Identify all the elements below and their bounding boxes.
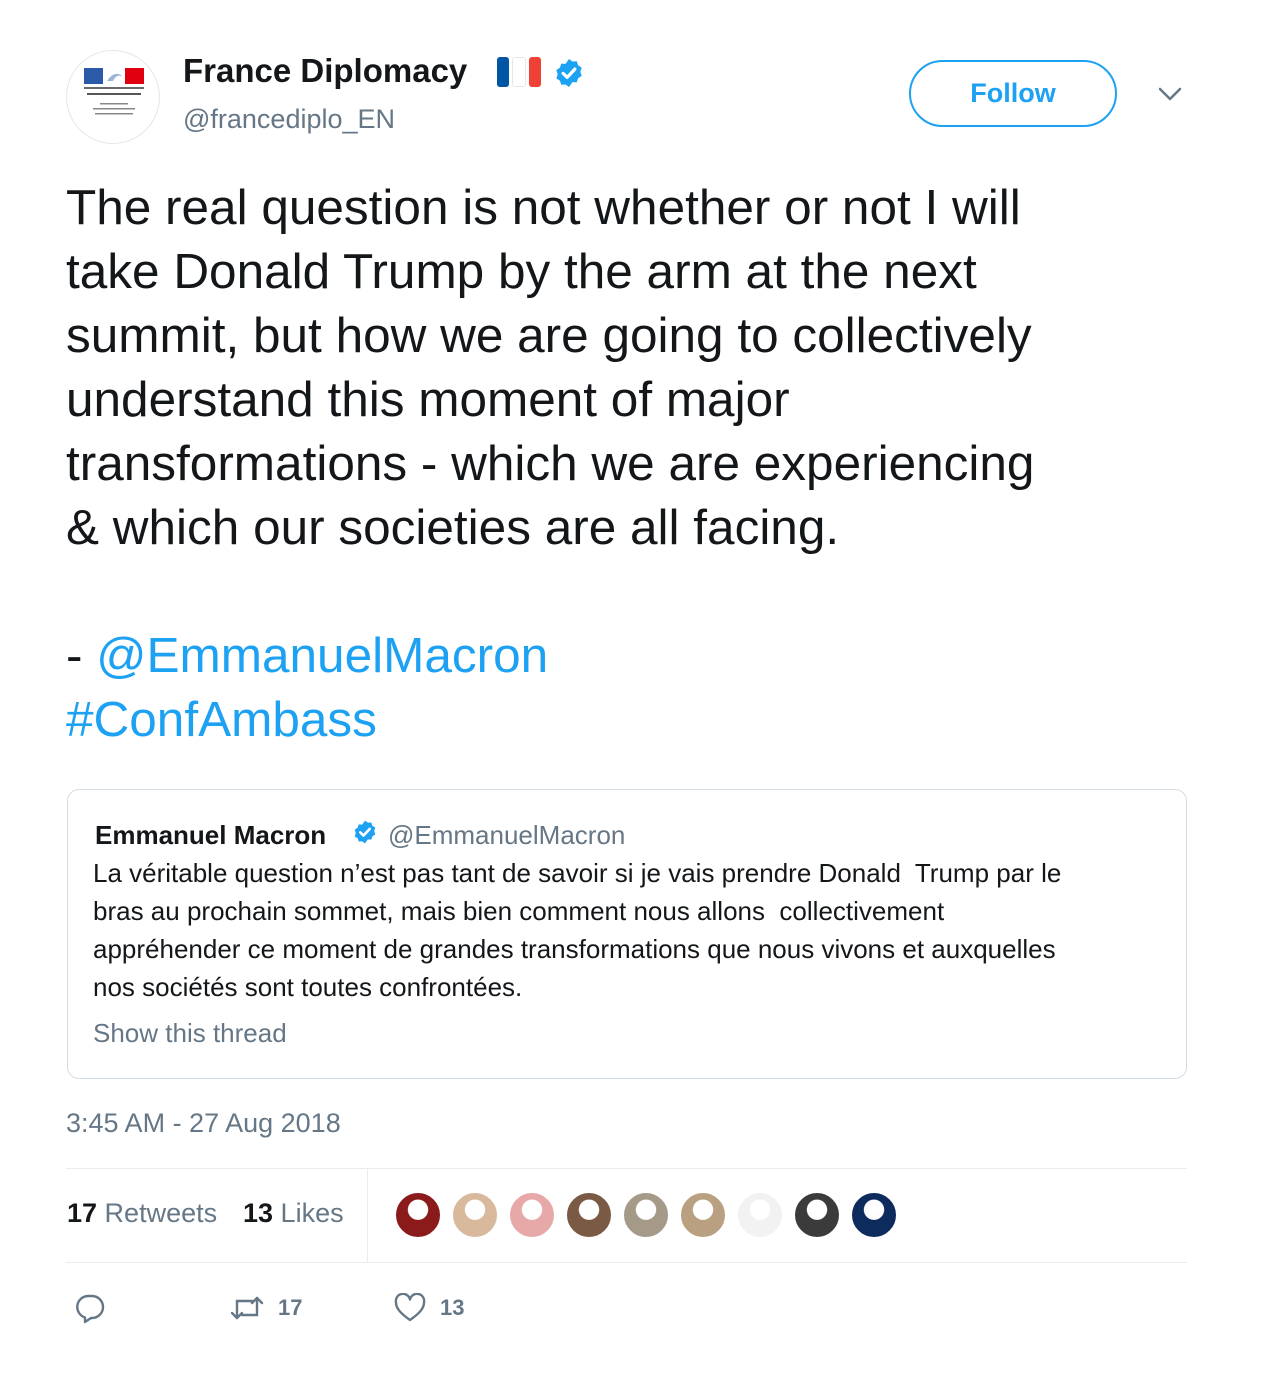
avatar-2[interactable]	[451, 1191, 499, 1239]
reply-action[interactable]	[74, 1292, 106, 1324]
flag-red-stripe	[529, 57, 541, 87]
avatar-4[interactable]	[565, 1191, 613, 1239]
signature-dash: -	[66, 628, 97, 683]
profile-avatar[interactable]	[66, 50, 160, 144]
divider	[367, 1169, 368, 1262]
quoted-line: nos sociétés sont toutes confrontées.	[93, 972, 523, 1002]
verified-badge-icon	[354, 820, 376, 844]
quoted-line: La véritable question n’est pas tant de …	[93, 858, 1062, 888]
retweet-count: 17	[278, 1295, 303, 1320]
tweet-line: The real question is not whether or not …	[66, 180, 1021, 235]
ministry-logo-icon	[84, 68, 144, 115]
quoted-line: bras au prochain sommet, mais bien comme…	[93, 896, 945, 926]
tweet-line: take Donald Trump by the arm at the next	[66, 244, 977, 299]
account-handle[interactable]: @francediplo_EN	[183, 104, 395, 135]
flag-white-stripe	[512, 57, 526, 87]
quoted-display-name: Emmanuel Macron	[95, 820, 327, 850]
retweets-label: Retweets	[97, 1198, 218, 1228]
follow-button[interactable]: Follow	[909, 60, 1117, 127]
like-action[interactable]: 13	[394, 1292, 464, 1324]
avatar-1[interactable]	[394, 1191, 442, 1239]
show-thread-link[interactable]: Show this thread	[93, 1018, 287, 1049]
tweet-text: The real question is not whether or not …	[66, 176, 1206, 560]
display-name[interactable]: France Diplomacy	[183, 52, 467, 90]
avatar-8[interactable]	[793, 1191, 841, 1239]
france-flag-icon	[497, 57, 541, 87]
mention-link[interactable]: @EmmanuelMacron	[96, 628, 548, 683]
flag-blue-stripe	[497, 57, 509, 87]
quoted-line: appréhender ce moment de grandes transfo…	[93, 934, 1056, 964]
tweet-line: summit, but how we are going to collecti…	[66, 308, 1032, 363]
divider	[66, 1262, 1187, 1263]
tweet-line: & which our societies are all facing.	[66, 500, 840, 555]
chevron-down-icon[interactable]	[1156, 84, 1184, 104]
avatar-6[interactable]	[679, 1191, 727, 1239]
divider	[66, 1168, 1187, 1169]
retweets-count: 17	[67, 1198, 98, 1228]
avatar-3[interactable]	[508, 1191, 556, 1239]
quoted-text: La véritable question n’est pas tant de …	[93, 854, 1163, 1006]
retweet-icon	[230, 1296, 264, 1320]
avatar-5[interactable]	[622, 1191, 670, 1239]
likes-label: Likes	[273, 1198, 344, 1228]
tweet-timestamp[interactable]: 3:45 AM - 27 Aug 2018	[66, 1108, 341, 1139]
quoted-tweet[interactable]: Emmanuel Macron @EmmanuelMacron La vérit…	[67, 789, 1187, 1079]
avatar-7[interactable]	[736, 1191, 784, 1239]
quoted-handle: @EmmanuelMacron	[388, 820, 626, 850]
verified-badge-icon	[556, 59, 582, 87]
reply-icon	[76, 1294, 105, 1324]
retweets-stat[interactable]: 17 Retweets	[67, 1198, 217, 1229]
tweet-signature: - @EmmanuelMacron #ConfAmbass	[66, 624, 548, 752]
retweet-action[interactable]: 17	[230, 1292, 302, 1324]
likes-stat[interactable]: 13 Likes	[243, 1198, 344, 1229]
tweet-line: understand this moment of major	[66, 372, 790, 427]
like-count: 13	[440, 1295, 465, 1320]
avatar-9[interactable]	[850, 1191, 898, 1239]
likes-count: 13	[243, 1198, 274, 1228]
tweet-line: transformations - which we are experienc…	[66, 436, 1035, 491]
heart-icon	[394, 1293, 426, 1322]
hashtag-link[interactable]: #ConfAmbass	[66, 692, 377, 747]
